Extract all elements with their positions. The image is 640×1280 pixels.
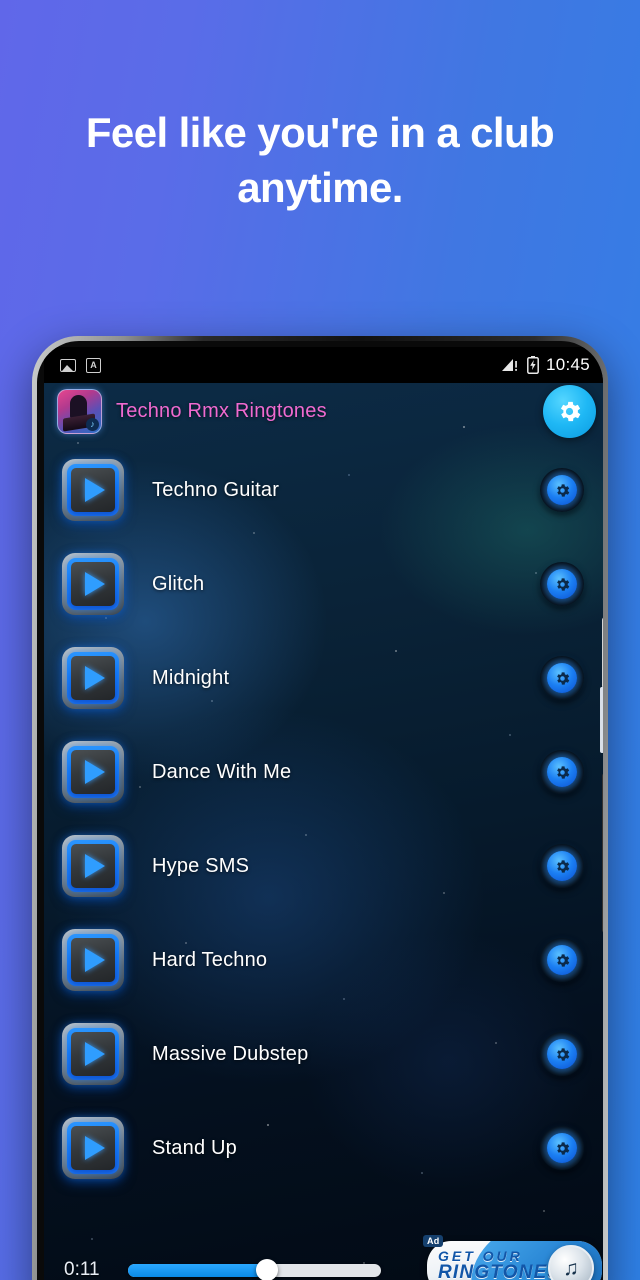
ringtone-name: Hype SMS [152,854,250,877]
image-icon [60,358,76,372]
gear-icon [556,1047,569,1061]
ringtone-list: Techno Guitar Glitch Midnight Dance With… [44,439,603,1195]
settings-button[interactable] [543,384,596,438]
play-icon [85,478,105,502]
status-bar: A 10:45 [44,347,603,383]
play-icon [85,1136,105,1160]
ringtone-options-button[interactable] [540,938,584,982]
ad-badge: Ad [423,1235,444,1247]
ringtone-row[interactable]: Techno Guitar [44,443,603,537]
phone-screen-area: A 10:45 ♪ Techno Rmx Ringtones Techno Gu… [37,341,603,1280]
play-button[interactable] [62,741,124,803]
ringtone-options-button[interactable] [540,750,584,794]
gear-icon [560,401,581,421]
play-icon [85,572,105,596]
elapsed-time: 0:11 [64,1259,100,1280]
scrollbar-thumb[interactable] [600,687,603,753]
ringtone-options-button[interactable] [540,468,584,512]
play-button[interactable] [62,647,124,709]
ringtone-row[interactable]: Hype SMS [44,819,603,913]
ad-line-2: RINGTONES [438,1262,562,1280]
app-header: ♪ Techno Rmx Ringtones [44,383,603,439]
play-button[interactable] [62,929,124,991]
ringtone-name: Hard Techno [152,948,268,971]
promo-headline: Feel like you're in a club anytime. [85,109,555,212]
ad-line-1: GET OUR [438,1248,523,1264]
status-bar-right: 10:45 [501,355,590,375]
ringtone-row[interactable]: Midnight [44,631,603,725]
promo-screenshot: Feel like you're in a club anytime. A 10… [0,0,640,1280]
ad-text: GET OUR RINGTONES [438,1249,561,1280]
gear-icon [556,483,569,497]
play-icon [85,1042,105,1066]
note-glyph: ♫ [563,1256,579,1280]
ad-body[interactable]: GET OUR RINGTONES ♫ [427,1241,602,1280]
ringtone-options-button[interactable] [540,844,584,888]
ringtone-name: Techno Guitar [152,478,280,501]
status-bar-clock: 10:45 [545,355,590,374]
play-button[interactable] [62,553,124,615]
play-button[interactable] [62,835,124,897]
play-icon [85,760,105,784]
play-button[interactable] [62,459,124,521]
ringtone-name: Stand Up [152,1136,237,1159]
gear-icon [556,577,569,591]
ringtone-options-button[interactable] [540,1126,584,1170]
ringtone-options-button[interactable] [540,656,584,700]
gear-icon [556,671,569,685]
status-bar-left: A [60,357,101,373]
ad-banner[interactable]: Ad GET OUR RINGTONES ♫ [423,1235,602,1280]
ringtone-app-screen: ♪ Techno Rmx Ringtones Techno Guitar Gli… [44,383,603,1280]
ringtone-name: Massive Dubstep [152,1042,309,1065]
app-title: Techno Rmx Ringtones [116,399,327,422]
seek-slider[interactable] [128,1259,381,1280]
ringtone-name: Midnight [152,666,230,689]
play-icon [85,948,105,972]
seek-thumb[interactable] [256,1259,279,1280]
seek-fill [128,1263,268,1277]
gear-icon [556,765,569,779]
play-icon [85,666,105,690]
list-scrollbar[interactable] [600,447,603,1227]
ringtone-row[interactable]: Stand Up [44,1101,603,1195]
ringtone-name: Dance With Me [152,760,292,783]
ringtone-name: Glitch [152,572,205,595]
auto-rotate-a-icon: A [86,357,101,373]
play-icon [85,854,105,878]
ringtone-row[interactable]: Dance With Me [44,725,603,819]
play-button[interactable] [62,1023,124,1085]
ringtone-row[interactable]: Hard Techno [44,913,603,1007]
ringtone-row[interactable]: Glitch [44,537,603,631]
play-button[interactable] [62,1117,124,1179]
ringtone-options-button[interactable] [540,1032,584,1076]
gear-icon [556,1141,569,1155]
ringtone-options-button[interactable] [540,562,584,606]
ringtone-row[interactable]: Massive Dubstep [44,1007,603,1101]
music-note-icon: ♪ [86,417,99,431]
signal-warning-icon [501,359,517,371]
gear-icon [556,953,569,967]
techno-rmx-app-icon: ♪ [57,388,102,434]
phone-mockup: A 10:45 ♪ Techno Rmx Ringtones Techno Gu… [32,336,608,1280]
battery-charging-icon [527,356,539,374]
gear-icon [556,859,569,873]
